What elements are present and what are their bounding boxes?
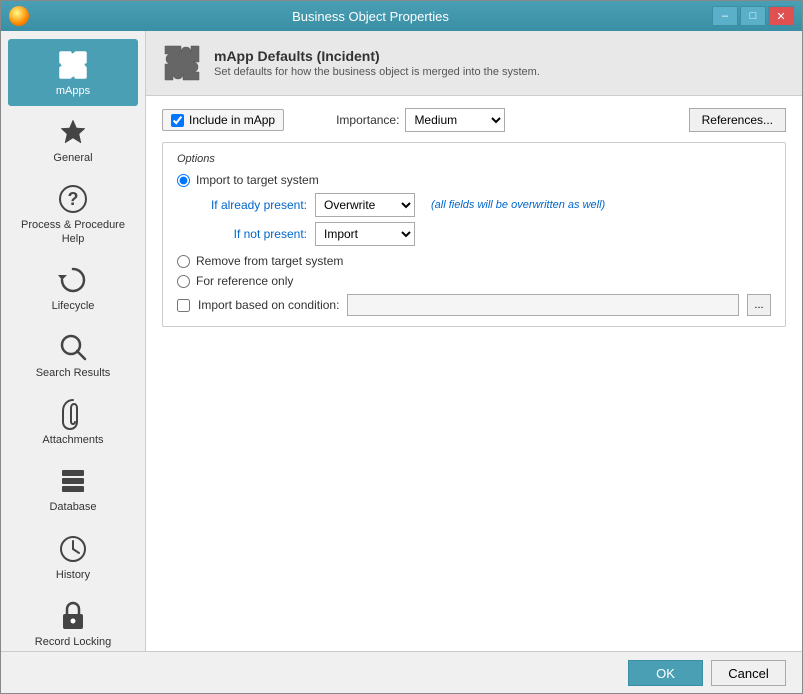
remove-from-target-label[interactable]: Remove from target system <box>196 254 343 268</box>
options-title: Options <box>177 153 771 165</box>
main-window: Business Object Properties – □ ✕ <box>0 0 803 694</box>
importance-select[interactable]: Low Medium High <box>405 108 505 132</box>
if-not-present-label: If not present: <box>197 227 307 241</box>
sidebar-process-label: Process & Procedure Help <box>12 219 134 245</box>
for-reference-radio[interactable] <box>177 275 190 288</box>
search-icon <box>55 329 91 365</box>
app-orb <box>9 6 29 26</box>
if-already-present-select[interactable]: Overwrite Skip Prompt <box>315 193 415 217</box>
condition-label[interactable]: Import based on condition: <box>198 298 339 312</box>
close-button[interactable]: ✕ <box>768 6 794 26</box>
footer: OK Cancel <box>1 651 802 693</box>
header-text: mApp Defaults (Incident) Set defaults fo… <box>214 48 540 78</box>
import-to-target-label[interactable]: Import to target system <box>196 173 319 187</box>
sidebar: mApps General ? Process & Procedure <box>1 31 146 651</box>
if-not-present-select[interactable]: Import Skip <box>315 222 415 246</box>
sidebar-database-label: Database <box>49 501 96 514</box>
references-button[interactable]: References... <box>689 108 786 132</box>
sidebar-item-attachments[interactable]: Attachments <box>8 388 138 455</box>
attach-icon <box>55 396 91 432</box>
title-controls: – □ ✕ <box>712 6 794 26</box>
content-body: Include in mApp Importance: Low Medium H… <box>146 96 802 651</box>
importance-label: Importance: <box>336 113 399 127</box>
sidebar-item-record-locking[interactable]: Record Locking <box>8 590 138 651</box>
sidebar-item-database[interactable]: Database <box>8 455 138 522</box>
sidebar-item-search-results[interactable]: Search Results <box>8 321 138 388</box>
include-in-mapp-checkbox[interactable] <box>171 114 184 127</box>
sidebar-lifecycle-label: Lifecycle <box>52 300 95 313</box>
sidebar-history-label: History <box>56 569 90 582</box>
sidebar-item-mapps[interactable]: mApps <box>8 39 138 106</box>
condition-input[interactable] <box>347 294 739 316</box>
import-to-target-row: Import to target system <box>177 173 771 187</box>
top-controls: Include in mApp Importance: Low Medium H… <box>162 108 786 132</box>
db-icon <box>55 463 91 499</box>
sidebar-item-lifecycle[interactable]: Lifecycle <box>8 254 138 321</box>
for-reference-row: For reference only <box>177 274 771 288</box>
if-already-present-label: If already present: <box>197 198 307 212</box>
clock-icon <box>55 531 91 567</box>
sidebar-search-label: Search Results <box>36 367 111 380</box>
svg-text:?: ? <box>68 189 79 209</box>
minimize-button[interactable]: – <box>712 6 738 26</box>
content-header: mApp Defaults (Incident) Set defaults fo… <box>146 31 802 96</box>
content-area: mApp Defaults (Incident) Set defaults fo… <box>146 31 802 651</box>
condition-browse-button[interactable]: ... <box>747 294 771 316</box>
include-label-text: Include in mApp <box>189 113 275 127</box>
if-not-present-row: If not present: Import Skip <box>197 222 771 246</box>
options-group: Options Import to target system If alrea… <box>162 142 786 327</box>
remove-from-target-row: Remove from target system <box>177 254 771 268</box>
window-title: Business Object Properties <box>29 9 712 24</box>
maximize-button[interactable]: □ <box>740 6 766 26</box>
lock-icon <box>55 598 91 634</box>
sub-options: If already present: Overwrite Skip Promp… <box>197 193 771 246</box>
ok-button[interactable]: OK <box>628 660 703 686</box>
cancel-button[interactable]: Cancel <box>711 660 786 686</box>
import-to-target-radio[interactable] <box>177 174 190 187</box>
sidebar-item-history[interactable]: History <box>8 523 138 590</box>
sidebar-mapps-label: mApps <box>56 85 90 98</box>
cycle-icon <box>55 262 91 298</box>
if-already-present-row: If already present: Overwrite Skip Promp… <box>197 193 771 217</box>
question-icon: ? <box>55 181 91 217</box>
star-icon <box>55 114 91 150</box>
header-title: mApp Defaults (Incident) <box>214 48 540 64</box>
main-content: mApps General ? Process & Procedure <box>1 31 802 651</box>
if-already-present-hint: (all fields will be overwritten as well) <box>431 199 605 211</box>
condition-row: Import based on condition: ... <box>177 294 771 316</box>
puzzle-icon <box>55 47 91 83</box>
sidebar-general-label: General <box>53 152 92 165</box>
header-puzzle-icon <box>162 43 202 83</box>
for-reference-label[interactable]: For reference only <box>196 274 293 288</box>
header-description: Set defaults for how the business object… <box>214 66 540 78</box>
sidebar-item-general[interactable]: General <box>8 106 138 173</box>
include-in-mapp-label[interactable]: Include in mApp <box>162 109 284 131</box>
sidebar-item-process-procedure-help[interactable]: ? Process & Procedure Help <box>8 173 138 253</box>
sidebar-attachments-label: Attachments <box>42 434 103 447</box>
condition-checkbox[interactable] <box>177 299 190 312</box>
remove-from-target-radio[interactable] <box>177 255 190 268</box>
importance-group: Importance: Low Medium High <box>336 108 505 132</box>
sidebar-record-locking-label: Record Locking <box>35 636 111 649</box>
title-bar: Business Object Properties – □ ✕ <box>1 1 802 31</box>
